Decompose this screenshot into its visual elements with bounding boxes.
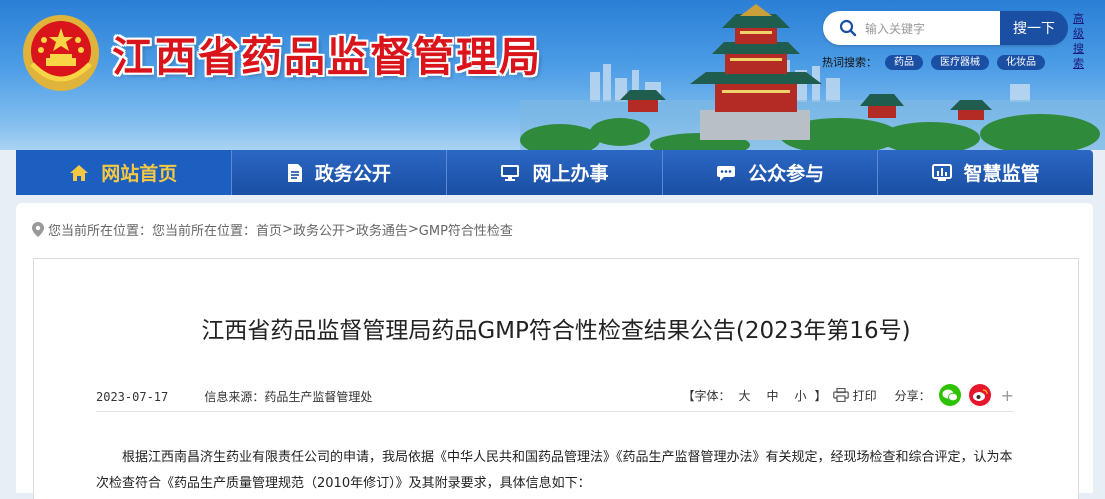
nav-item-label: 网上办事 (532, 163, 609, 185)
advanced-search-link[interactable]: 高级搜索 (1073, 11, 1093, 71)
source-value: 药品生产监督管理处 (264, 390, 373, 404)
nav-item-home[interactable]: 网站首页 (16, 150, 232, 195)
breadcrumb-notices[interactable]: 政务通告 (356, 220, 408, 239)
publish-date: 2023-07-17 (96, 390, 169, 404)
nav-item-label: 智慧监管 (963, 163, 1040, 185)
font-size-medium-button[interactable]: 中 (767, 387, 779, 404)
article-title: 江西省药品监督管理局药品GMP符合性检查结果公告(2023年第16号) (201, 318, 911, 344)
hot-tag-medical-devices[interactable]: 医疗器械 (931, 54, 989, 70)
hot-search: 热词搜索： 药品 医疗器械 化妆品 (822, 54, 1045, 70)
article-body: 根据江西南昌济生药业有限责任公司的申请，我局依据《中华人民共和国药品管理法》《药… (96, 450, 1013, 491)
dashboard-icon (931, 163, 952, 181)
nav-item-smart-supervision[interactable]: 智慧监管 (878, 150, 1093, 195)
hot-search-label: 热词搜索： (822, 56, 877, 69)
nav-item-government-affairs[interactable]: 政务公开 (232, 150, 448, 195)
document-icon (287, 163, 302, 182)
font-size-bracket: 】 (814, 388, 827, 403)
chat-icon (717, 165, 736, 181)
content-area: 您当前所在位置：您当前所在位置： 首页 > 政务公开 > 政务通告 > GMP符… (16, 203, 1093, 499)
breadcrumb-separator: > (407, 222, 419, 237)
nav-item-label: 政务公开 (314, 163, 391, 185)
breadcrumb-separator: > (344, 222, 356, 237)
article-meta: 2023-07-17 信息来源：药品生产监督管理处 【字体： 大 中 小 】 打… (96, 383, 1014, 412)
hot-tag-drugs[interactable]: 药品 (885, 54, 923, 70)
national-emblem-icon (23, 15, 99, 91)
location-pin-icon (32, 222, 44, 237)
nav-item-label: 网站首页 (101, 163, 178, 185)
source-label: 信息来源： (204, 390, 265, 404)
site-header: 江西省药品监督管理局 搜一下 高级搜索 热词搜索： 药品 医疗器械 化妆品 (0, 0, 1105, 150)
home-icon (70, 164, 89, 181)
wechat-share-icon[interactable] (938, 384, 961, 406)
print-button[interactable]: 打印 (832, 387, 877, 404)
nav-item-online-services[interactable]: 网上办事 (447, 150, 663, 195)
more-share-icon[interactable]: + (1001, 386, 1014, 405)
breadcrumb-government-affairs[interactable]: 政务公开 (293, 220, 345, 239)
site-title: 江西省药品监督管理局 (112, 33, 542, 81)
hot-tag-cosmetics[interactable]: 化妆品 (997, 54, 1045, 70)
font-size-label: 【字体： (682, 388, 731, 403)
search-input[interactable] (863, 17, 1017, 41)
monitor-icon (501, 164, 520, 181)
breadcrumb-gmp-inspection[interactable]: GMP符合性检查 (419, 220, 513, 239)
main-nav: 网站首页 政务公开 网上办事 公众参与 智慧监管 (16, 150, 1093, 195)
breadcrumb-prefix: 您当前所在位置：您当前所在位置： (48, 224, 257, 239)
printer-icon (832, 388, 849, 402)
share-label: 分享： (894, 388, 931, 403)
nav-item-public-participation[interactable]: 公众参与 (663, 150, 879, 195)
font-size-large-button[interactable]: 大 (739, 387, 751, 404)
print-label: 打印 (852, 388, 877, 403)
article-panel: 江西省药品监督管理局药品GMP符合性检查结果公告(2023年第16号) 2023… (33, 258, 1079, 499)
weibo-share-icon[interactable] (968, 384, 991, 406)
search-button[interactable]: 搜一下 (1000, 11, 1068, 45)
nav-item-label: 公众参与 (748, 163, 825, 185)
breadcrumb-separator: > (282, 222, 293, 237)
breadcrumb-home[interactable]: 首页 (256, 220, 282, 239)
breadcrumb: 您当前所在位置：您当前所在位置： 首页 > 政务公开 > 政务通告 > GMP符… (32, 220, 513, 239)
search-icon (839, 19, 857, 37)
font-size-small-button[interactable]: 小 (795, 387, 807, 404)
